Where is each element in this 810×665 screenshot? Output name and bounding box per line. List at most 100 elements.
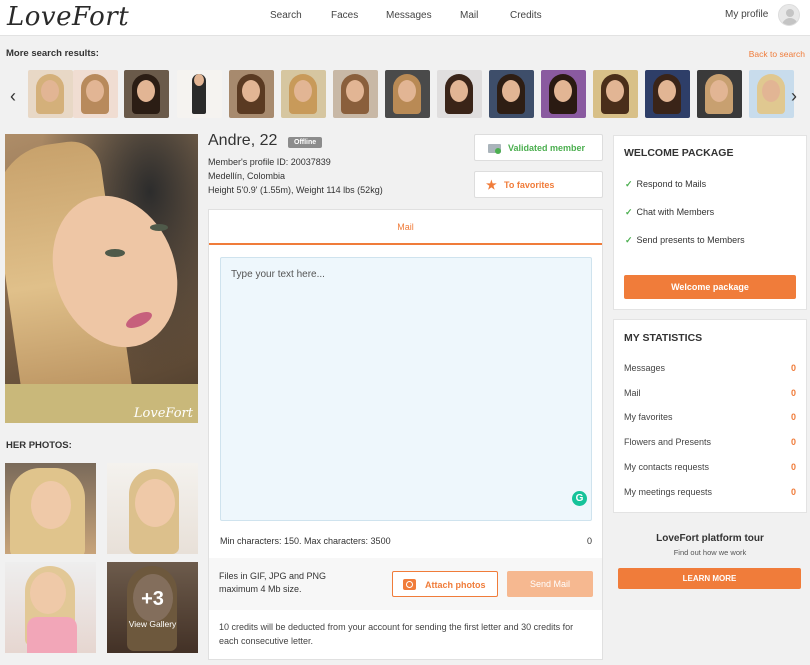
- welcome-package-card: WELCOME PACKAGE ✓ Respond to Mails ✓ Chat …: [613, 135, 807, 310]
- attachments-bar: Files in GIF, JPG and PNG maximum 4 Mb s…: [209, 558, 602, 610]
- stat-value: 0: [790, 487, 796, 497]
- result-thumb[interactable]: [333, 70, 378, 118]
- result-thumb[interactable]: [645, 70, 690, 118]
- more-results-label: More search results:: [6, 48, 99, 59]
- result-thumb[interactable]: [73, 70, 118, 118]
- stat-value: 0: [790, 462, 796, 472]
- platform-tour-subtitle: Find out how we work: [673, 548, 747, 557]
- photo-thumb[interactable]: [5, 463, 96, 554]
- result-thumb[interactable]: [229, 70, 274, 118]
- avatar[interactable]: [778, 4, 800, 26]
- top-header: LoveFort Search Faces Messages Mail Cred…: [0, 0, 810, 36]
- result-thumb[interactable]: [385, 70, 430, 118]
- character-count: 0: [586, 536, 592, 546]
- welcome-package-button[interactable]: Welcome package: [624, 275, 796, 299]
- validated-label: Validated member: [508, 143, 586, 153]
- welcome-item-label: Chat with Members: [636, 207, 715, 217]
- file-requirements: Files in GIF, JPG and PNG maximum 4 Mb s…: [219, 571, 327, 594]
- check-icon: ✓: [625, 235, 633, 245]
- character-limits: Min characters: 150. Max characters: 350…: [220, 536, 391, 546]
- attach-photos-button[interactable]: Attach photos: [392, 571, 498, 597]
- user-icon: [786, 9, 794, 17]
- my-profile-link[interactable]: My profile: [725, 9, 768, 20]
- learn-more-label: LEARN MORE: [682, 574, 737, 583]
- back-to-search-link[interactable]: Back to search: [749, 49, 805, 59]
- stat-value: 0: [790, 412, 796, 422]
- welcome-item-label: Send presents to Members: [636, 235, 745, 245]
- stat-row[interactable]: My meetings requests 0: [624, 487, 796, 497]
- main-profile-photo[interactable]: LoveFort: [5, 134, 198, 423]
- stat-label: My favorites: [624, 412, 673, 422]
- stat-row[interactable]: Mail 0: [624, 388, 796, 398]
- result-thumb[interactable]: [749, 70, 794, 118]
- mail-placeholder: Type your text here...: [231, 269, 325, 280]
- chevron-left-icon[interactable]: ‹: [10, 86, 16, 107]
- stat-label: My contacts requests: [624, 462, 710, 472]
- id-card-icon: [488, 144, 501, 154]
- check-icon: ✓: [625, 179, 633, 189]
- statistics-card: MY STATISTICS Messages 0 Mail 0 My favorit…: [613, 319, 807, 513]
- send-label: Send Mail: [529, 579, 571, 589]
- platform-tour-title: LoveFort platform tour: [656, 533, 764, 544]
- grammarly-icon[interactable]: G: [572, 491, 587, 506]
- gallery-overlay: +3 View Gallery: [107, 562, 198, 653]
- check-icon: ✓: [625, 207, 633, 217]
- send-mail-button[interactable]: Send Mail: [507, 571, 593, 597]
- logo[interactable]: LoveFort: [7, 2, 129, 32]
- validated-member-button[interactable]: Validated member: [474, 134, 603, 161]
- photo-watermark: LoveFort: [133, 406, 193, 421]
- welcome-item: ✓ Chat with Members: [625, 207, 714, 218]
- star-icon: ★: [486, 178, 497, 192]
- welcome-button-label: Welcome package: [671, 282, 749, 292]
- tab-mail[interactable]: Mail: [209, 210, 602, 245]
- photo-thumb[interactable]: [5, 562, 96, 653]
- photo-thumb[interactable]: [107, 463, 198, 554]
- result-thumb[interactable]: [281, 70, 326, 118]
- camera-icon: [403, 579, 416, 590]
- chevron-right-icon[interactable]: ›: [791, 86, 797, 107]
- welcome-item-label: Respond to Mails: [636, 179, 707, 189]
- profile-name: Andre, 22: [208, 132, 278, 149]
- attach-label: Attach photos: [425, 580, 486, 590]
- result-thumb[interactable]: [697, 70, 742, 118]
- nav-mail[interactable]: Mail: [460, 10, 478, 21]
- nav-credits[interactable]: Credits: [510, 10, 542, 21]
- welcome-item: ✓ Respond to Mails: [625, 179, 706, 190]
- result-thumb[interactable]: [541, 70, 586, 118]
- search-results-strip: ‹ ›: [0, 68, 810, 122]
- add-to-favorites-button[interactable]: ★ To favorites: [474, 171, 603, 198]
- nav-faces[interactable]: Faces: [331, 10, 358, 21]
- her-photos-heading: HER PHOTOS:: [6, 440, 72, 451]
- stat-label: Flowers and Presents: [624, 437, 712, 447]
- stat-value: 0: [790, 388, 796, 398]
- result-thumb[interactable]: [124, 70, 169, 118]
- profile-height-weight: Height 5'0.9' (1.55m), Weight 114 lbs (5…: [208, 185, 383, 195]
- statistics-title: MY STATISTICS: [624, 332, 703, 344]
- tab-mail-label: Mail: [397, 222, 414, 232]
- credits-note: 10 credits will be deducted from your ac…: [219, 622, 574, 646]
- profile-location: Medellín, Colombia: [208, 171, 286, 181]
- stat-row[interactable]: Flowers and Presents 0: [624, 437, 796, 447]
- result-thumb[interactable]: [593, 70, 638, 118]
- result-thumb[interactable]: [489, 70, 534, 118]
- nav-messages[interactable]: Messages: [386, 10, 432, 21]
- nav-search[interactable]: Search: [270, 10, 302, 21]
- result-thumb[interactable]: [28, 70, 73, 118]
- mail-composer: Mail Type your text here... G Min charac…: [208, 209, 603, 660]
- learn-more-button[interactable]: LEARN MORE: [618, 568, 801, 589]
- stat-row[interactable]: My favorites 0: [624, 412, 796, 422]
- result-thumb[interactable]: [437, 70, 482, 118]
- status-badge: Offline: [288, 137, 323, 148]
- stat-label: Mail: [624, 388, 641, 398]
- view-gallery-tile[interactable]: +3 View Gallery: [107, 562, 198, 653]
- result-thumb[interactable]: [177, 70, 222, 118]
- stat-value: 0: [790, 363, 796, 373]
- profile-id: Member's profile ID: 20037839: [208, 157, 331, 167]
- stat-label: Messages: [624, 363, 666, 373]
- welcome-item: ✓ Send presents to Members: [625, 235, 745, 246]
- stat-value: 0: [790, 437, 796, 447]
- welcome-title: WELCOME PACKAGE: [624, 147, 734, 159]
- stat-row[interactable]: My contacts requests 0: [624, 462, 796, 472]
- mail-text-input[interactable]: Type your text here... G: [220, 257, 592, 521]
- stat-row[interactable]: Messages 0: [624, 363, 796, 373]
